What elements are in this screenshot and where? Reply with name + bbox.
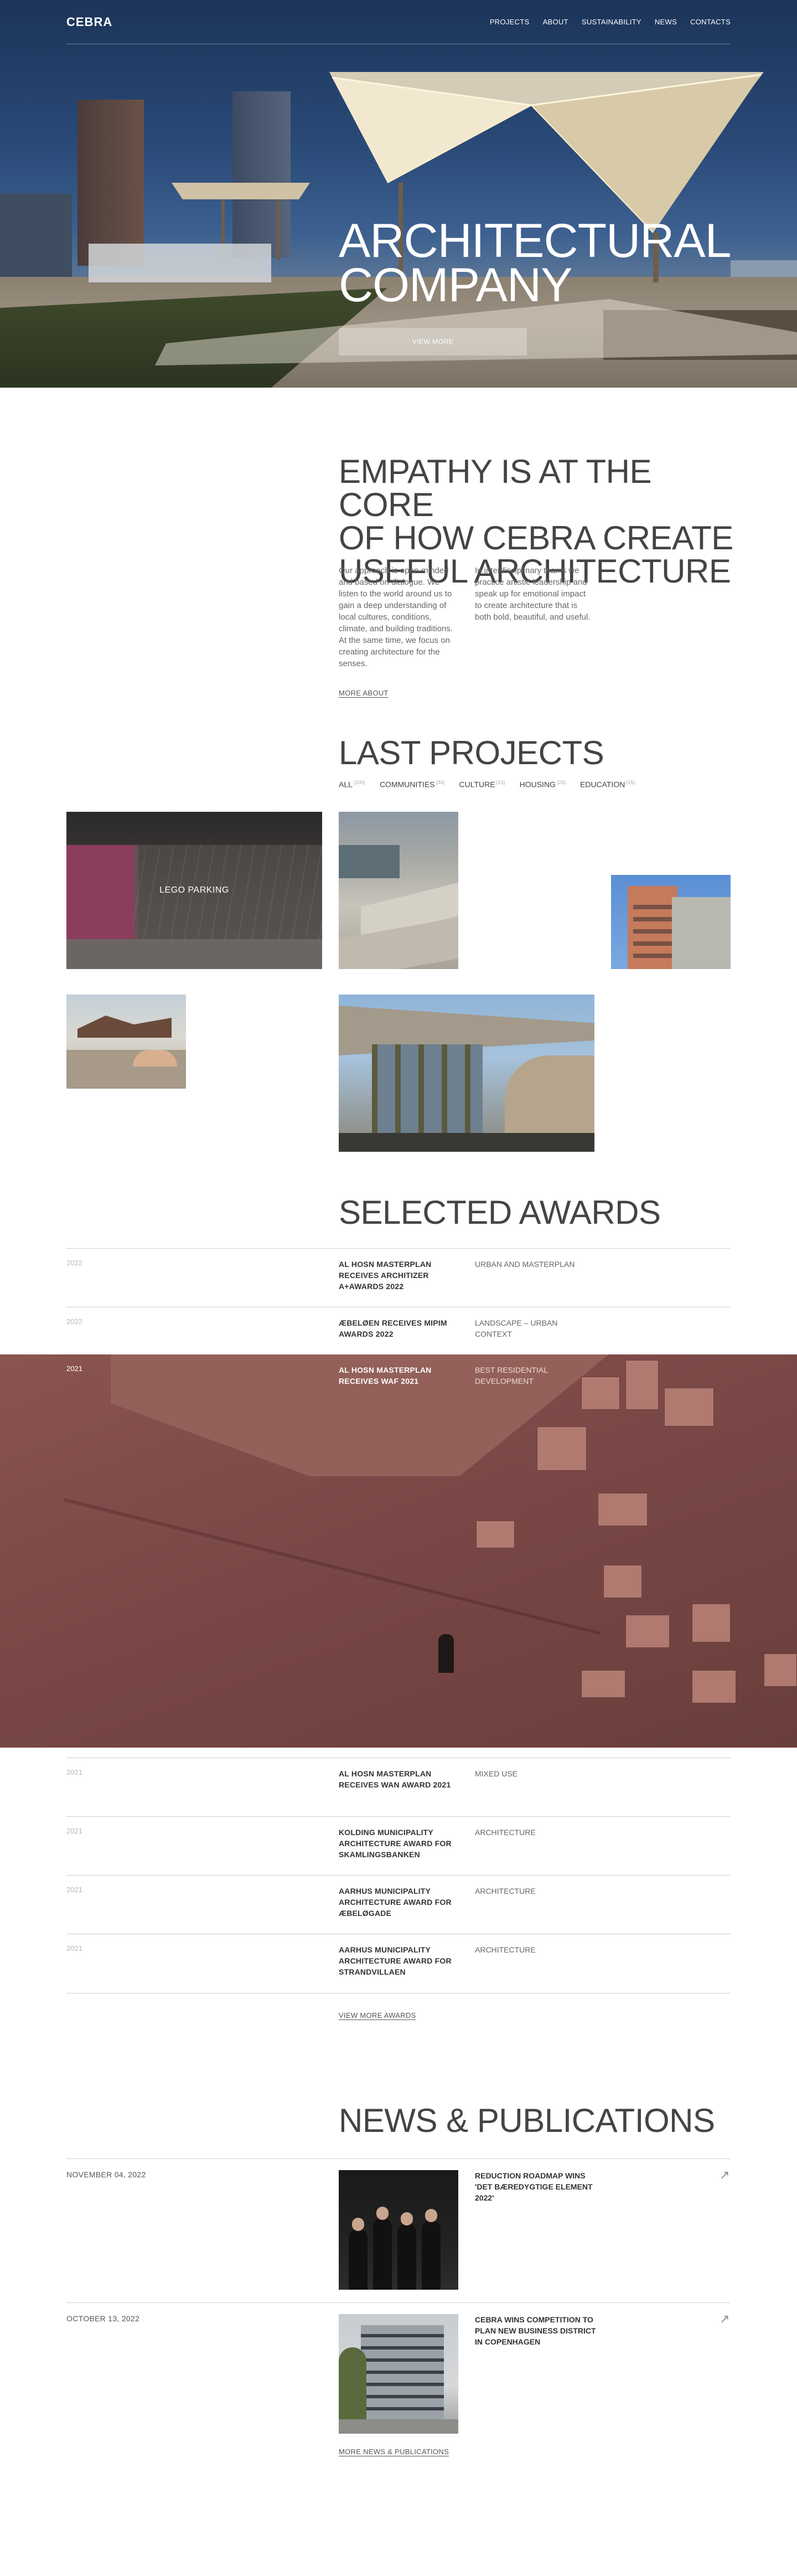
project-label: LEGO PARKING — [159, 885, 229, 895]
hero-section: CEBRA PROJECTS ABOUT SUSTAINABILITY NEWS… — [0, 0, 797, 388]
project-image — [372, 1044, 483, 1144]
filter-all[interactable]: ALL (200) — [339, 780, 365, 789]
project-card[interactable] — [339, 812, 458, 969]
news-title: REDUCTION ROADMAP WINS 'DET BÆREDYGTIGE … — [475, 2171, 593, 2202]
awards-section: SELECTED AWARDS 2022 AL HOSN MASTERPLAN … — [0, 1196, 797, 2104]
about-paragraph-left: Our approach is open-minded and based on… — [339, 566, 453, 668]
award-title: KOLDING MUNICIPALITY ARCHITECTURE AWARD … — [339, 1828, 452, 1859]
award-row[interactable]: 2021 AARHUS MUNICIPALITY ARCHITECTURE AW… — [66, 1875, 731, 1934]
filter-label: CULTURE — [459, 780, 495, 789]
filter-count: (26) — [626, 780, 635, 785]
top-navigation: CEBRA PROJECTS ABOUT SUSTAINABILITY NEWS… — [66, 0, 731, 44]
news-section: NEWS & PUBLICATIONS NOVEMBER 04, 2022 RE… — [0, 2104, 797, 2521]
award-category: ARCHITECTURE — [475, 1828, 536, 1837]
award-year: 2021 — [66, 1827, 82, 1835]
award-year: 2021 — [66, 1364, 82, 1373]
about-heading-line: EMPATHY IS AT THE CORE — [339, 453, 652, 523]
award-year: 2022 — [66, 1317, 82, 1326]
projects-heading: LAST PROJECTS — [339, 734, 604, 771]
hero-title-line: COMPANY — [339, 259, 572, 312]
awards-heading: SELECTED AWARDS — [339, 1194, 661, 1231]
hero-title: ARCHITECTURAL COMPANY — [339, 217, 732, 309]
filter-culture[interactable]: CULTURE (23) — [459, 780, 505, 789]
news-item[interactable]: OCTOBER 13, 2022 CEBRA WINS COMPETITION … — [66, 2302, 731, 2446]
nav-links: PROJECTS ABOUT SUSTAINABILITY NEWS CONTA… — [490, 18, 731, 26]
news-title: CEBRA WINS COMPETITION TO PLAN NEW BUSIN… — [475, 2315, 596, 2346]
news-image — [339, 2314, 458, 2434]
award-row[interactable]: 2021 KOLDING MUNICIPALITY ARCHITECTURE A… — [66, 1816, 731, 1875]
filter-count: (200) — [353, 780, 365, 785]
nav-item-projects[interactable]: PROJECTS — [490, 18, 530, 26]
view-more-button[interactable]: VIEW MORE — [339, 328, 527, 356]
award-year: 2022 — [66, 1259, 82, 1267]
arrow-up-right-icon[interactable]: ↗ — [720, 2312, 729, 2326]
filter-count: (34) — [436, 780, 445, 785]
award-category: URBAN AND MASTERPLAN — [475, 1260, 575, 1269]
award-title: AARHUS MUNICIPALITY ARCHITECTURE AWARD F… — [339, 1887, 452, 1918]
about-heading-line: OF HOW CEBRA CREATE — [339, 519, 733, 557]
projects-section: LAST PROJECTS ALL (200) COMMUNITIES (34) C… — [0, 736, 797, 1196]
award-year: 2021 — [66, 1768, 82, 1776]
arrow-up-right-icon[interactable]: ↗ — [720, 2168, 729, 2182]
filter-label: HOUSING — [519, 780, 556, 789]
award-category: ARCHITECTURE — [475, 1887, 536, 1895]
project-card[interactable] — [611, 875, 731, 969]
award-title: ÆBELØEN RECEIVES MIPIM AWARDS 2022 — [339, 1318, 447, 1338]
project-card-lego-parking[interactable]: LEGO PARKING — [66, 812, 322, 969]
project-image — [633, 897, 672, 964]
award-hero-row[interactable]: 2021 AL HOSN MASTERPLAN RECEIVES WAF 202… — [0, 1354, 797, 1748]
award-year: 2021 — [66, 1885, 82, 1894]
award-hero-image — [63, 1498, 601, 1635]
project-image — [77, 1016, 172, 1038]
project-image — [339, 845, 400, 878]
news-heading: NEWS & PUBLICATIONS — [339, 2102, 715, 2139]
news-date: NOVEMBER 04, 2022 — [66, 2170, 146, 2179]
about-paragraph-right: In interdisciplinary teams we practice a… — [475, 566, 591, 622]
filter-label: ALL — [339, 780, 353, 789]
filter-housing[interactable]: HOUSING (23) — [520, 780, 566, 789]
project-card[interactable] — [339, 995, 594, 1152]
award-title: AL HOSN MASTERPLAN RECEIVES WAN AWARD 20… — [339, 1769, 451, 1789]
award-row[interactable]: 2022 ÆBELØEN RECEIVES MIPIM AWARDS 2022 … — [66, 1307, 731, 1354]
filter-count: (23) — [496, 780, 505, 785]
news-item[interactable]: NOVEMBER 04, 2022 REDUCTION ROADMAP WINS… — [66, 2158, 731, 2302]
more-news-link[interactable]: MORE NEWS & PUBLICATIONS — [339, 2448, 449, 2456]
project-image — [672, 897, 731, 969]
nav-item-contacts[interactable]: CONTACTS — [690, 18, 731, 26]
nav-item-about[interactable]: ABOUT — [543, 18, 568, 26]
award-year: 2021 — [66, 1944, 82, 1952]
project-filters: ALL (200) COMMUNITIES (34) CULTURE (23) HOU… — [339, 780, 635, 789]
about-section: EMPATHY IS AT THE CORE OF HOW CEBRA CREA… — [0, 388, 797, 736]
award-row[interactable]: 2022 AL HOSN MASTERPLAN RECEIVES ARCHITI… — [66, 1248, 731, 1307]
filter-label: EDUCATION — [579, 780, 625, 789]
award-category: ARCHITECTURE — [475, 1945, 536, 1954]
filter-communities[interactable]: COMMUNITIES (34) — [380, 780, 445, 789]
award-title: AARHUS MUNICIPALITY ARCHITECTURE AWARD F… — [339, 1945, 452, 1976]
logo[interactable]: CEBRA — [66, 15, 112, 29]
award-category: BEST RESIDENTIAL DEVELOPMENT — [475, 1366, 548, 1385]
award-row[interactable]: 2021 AL HOSN MASTERPLAN RECEIVES WAN AWA… — [66, 1758, 731, 1816]
news-date: OCTOBER 13, 2022 — [66, 2314, 140, 2323]
award-category: MIXED USE — [475, 1769, 518, 1778]
award-row[interactable]: 2021 AARHUS MUNICIPALITY ARCHITECTURE AW… — [66, 1934, 731, 1993]
filter-count: (23) — [556, 780, 566, 785]
project-card[interactable] — [66, 995, 186, 1089]
award-category: LANDSCAPE – URBAN CONTEXT — [475, 1318, 558, 1338]
filter-education[interactable]: EDUCATION (26) — [580, 780, 635, 789]
nav-item-sustainability[interactable]: SUSTAINABILITY — [582, 18, 641, 26]
project-image — [339, 1133, 594, 1152]
filter-label: COMMUNITIES — [379, 780, 435, 789]
award-title: AL HOSN MASTERPLAN RECEIVES WAF 2021 — [339, 1366, 432, 1385]
nav-item-news[interactable]: NEWS — [655, 18, 677, 26]
award-hero-image — [438, 1634, 454, 1673]
more-about-link[interactable]: MORE ABOUT — [339, 689, 389, 697]
award-title: AL HOSN MASTERPLAN RECEIVES ARCHITIZER A… — [339, 1260, 432, 1291]
news-image — [339, 2170, 458, 2290]
view-more-awards-link[interactable]: VIEW MORE AWARDS — [339, 2011, 416, 2019]
